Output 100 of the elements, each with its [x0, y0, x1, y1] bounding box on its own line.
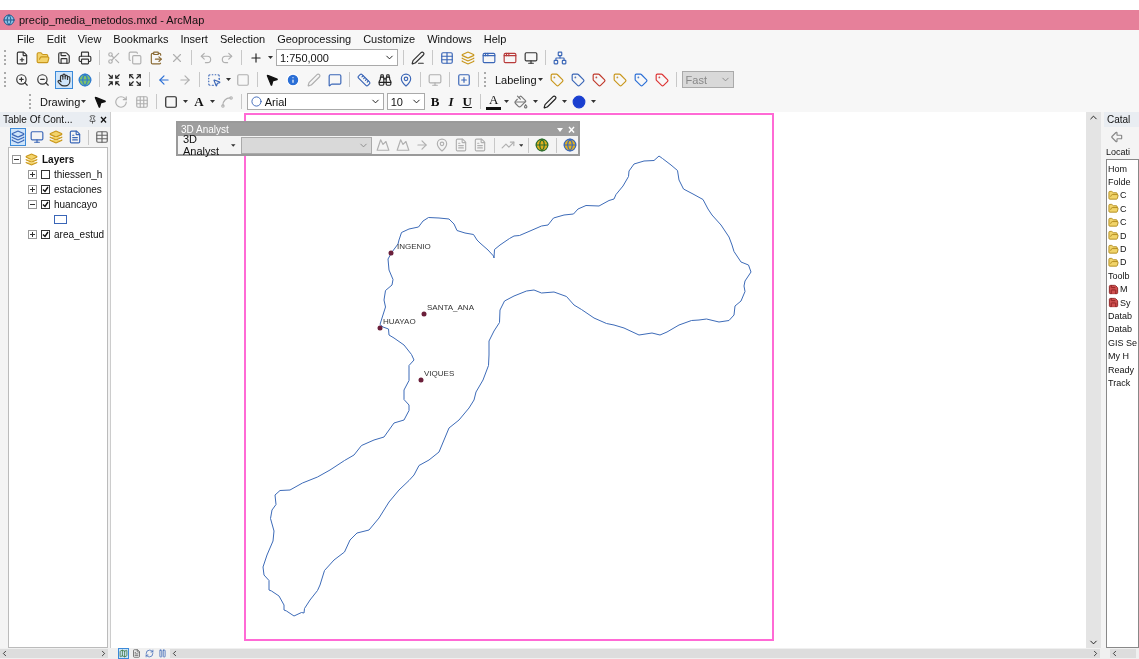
underline-button[interactable]: U: [459, 94, 475, 109]
scroll-left-icon[interactable]: [0, 649, 9, 658]
tree-item[interactable]: thiessen_h: [54, 169, 103, 180]
menu-item[interactable]: Geoprocessing: [271, 32, 358, 45]
catalog-item[interactable]: Sy: [1120, 297, 1131, 308]
layer-checkbox[interactable]: [41, 185, 50, 194]
tree-item[interactable]: huancayo: [54, 199, 98, 210]
caret-icon: [226, 78, 231, 81]
station-label: SANTA_ANA: [427, 303, 474, 312]
caret-icon: [533, 100, 539, 103]
catalog-item[interactable]: D: [1120, 257, 1127, 268]
expand-icon[interactable]: [28, 230, 37, 239]
menu-item[interactable]: Bookmarks: [107, 32, 175, 45]
catalog-item[interactable]: Toolb: [1108, 270, 1130, 281]
menu-item[interactable]: Customize: [357, 32, 422, 45]
folder-icon: [1108, 256, 1119, 268]
panel-title: Catal: [1107, 114, 1131, 125]
folder-icon: [1108, 230, 1119, 242]
caret-icon: [209, 100, 215, 103]
layer-checkbox[interactable]: [41, 230, 50, 239]
labeling-menu[interactable]: Labeling: [493, 73, 545, 86]
pause-icon[interactable]: [157, 648, 168, 659]
app-globe-icon: [3, 14, 15, 26]
globe-icon[interactable]: [561, 136, 578, 154]
collapse-icon[interactable]: [12, 155, 21, 164]
menu-item[interactable]: Selection: [213, 32, 272, 45]
menu-item[interactable]: File: [11, 32, 41, 45]
data-view-icon[interactable]: [118, 648, 129, 659]
catalog-item[interactable]: My H: [1108, 351, 1129, 362]
catalog-item[interactable]: Track: [1108, 377, 1131, 388]
catalog-item[interactable]: C: [1120, 203, 1127, 214]
layout-view-icon[interactable]: [131, 648, 142, 659]
scroll-right-icon[interactable]: [99, 649, 108, 658]
scroll-left-icon[interactable]: [1110, 649, 1119, 658]
catalog-item[interactable]: D: [1120, 244, 1127, 255]
catalog-item[interactable]: GIS Se: [1108, 337, 1137, 348]
catalog-item[interactable]: C: [1120, 190, 1127, 201]
caret-icon: [518, 143, 524, 147]
refresh-icon[interactable]: [144, 648, 155, 659]
catalog-item[interactable]: Ready: [1108, 364, 1134, 375]
station-label: INGENIO: [397, 242, 431, 251]
catalog-item[interactable]: M: [1120, 284, 1128, 295]
drawing-menu[interactable]: Drawing: [38, 95, 89, 108]
tree-item[interactable]: estaciones: [54, 184, 102, 195]
collapse-icon[interactable]: [28, 200, 37, 209]
horizontal-scrollbar[interactable]: [0, 649, 108, 658]
horizontal-scrollbar[interactable]: [170, 649, 1100, 658]
globe-icon[interactable]: [534, 136, 551, 154]
layers-icon: [25, 153, 38, 166]
vertical-scrollbar[interactable]: [1086, 112, 1101, 648]
station-marker: [377, 325, 383, 331]
horizontal-scrollbar[interactable]: [1110, 649, 1136, 658]
catalog-item[interactable]: C: [1120, 217, 1127, 228]
layers-icon[interactable]: [48, 128, 65, 146]
caret-icon: [81, 100, 87, 103]
ruler-icon[interactable]: [355, 70, 373, 89]
menu-item[interactable]: Windows: [421, 32, 478, 45]
caret-icon: [231, 143, 236, 147]
menu-item[interactable]: View: [71, 32, 108, 45]
caret-icon[interactable]: [557, 127, 563, 132]
polygon-symbol-icon: [54, 215, 67, 224]
font-icon: [250, 96, 262, 107]
tree-item[interactable]: area_estud: [54, 229, 105, 240]
close-button[interactable]: ×: [100, 112, 107, 127]
scale-combo[interactable]: 1:750,000: [276, 49, 398, 66]
catalog-item[interactable]: Folde: [1108, 177, 1131, 188]
caret-icon: [537, 78, 543, 81]
layer-checkbox[interactable]: [41, 170, 50, 179]
menu-item[interactable]: Edit: [40, 32, 72, 45]
window-title: precip_media_metodos.mxd - ArcMap: [19, 14, 205, 26]
station-marker: [388, 250, 394, 256]
expand-icon[interactable]: [28, 170, 37, 179]
catalog-item[interactable]: Datab: [1108, 311, 1133, 321]
caret-icon: [562, 100, 568, 103]
folder-icon: [1108, 189, 1119, 201]
station-label: VIQUES: [424, 369, 455, 378]
catalog-item[interactable]: Hom: [1108, 163, 1127, 174]
catalog-item[interactable]: D: [1120, 230, 1127, 241]
tree-item[interactable]: Layers: [42, 154, 75, 165]
pin-icon[interactable]: [88, 115, 97, 124]
toolbar-title: 3D Analyst: [181, 124, 229, 135]
menu-item[interactable]: Help: [477, 32, 513, 45]
caret-icon: [591, 100, 597, 103]
font-combo[interactable]: Arial: [246, 93, 384, 110]
catalog-item[interactable]: Datab: [1108, 324, 1133, 335]
panel-title: Table Of Cont...: [3, 114, 73, 125]
scroll-right-icon[interactable]: [1091, 649, 1100, 658]
pan-icon[interactable]: [55, 70, 73, 89]
station-marker: [421, 311, 427, 317]
text-tool[interactable]: A: [191, 94, 207, 109]
caret-icon: [183, 100, 189, 103]
font-size-combo[interactable]: 10: [386, 93, 425, 110]
station-label: HUAYAO: [383, 317, 416, 326]
layer-checkbox[interactable]: [41, 200, 50, 209]
expand-icon[interactable]: [28, 185, 37, 194]
menu-item[interactable]: Insert: [174, 32, 214, 45]
scroll-left-icon[interactable]: [170, 649, 179, 658]
italic-button[interactable]: I: [445, 94, 457, 109]
folder-icon: [1108, 203, 1119, 215]
bold-button[interactable]: B: [427, 94, 443, 109]
